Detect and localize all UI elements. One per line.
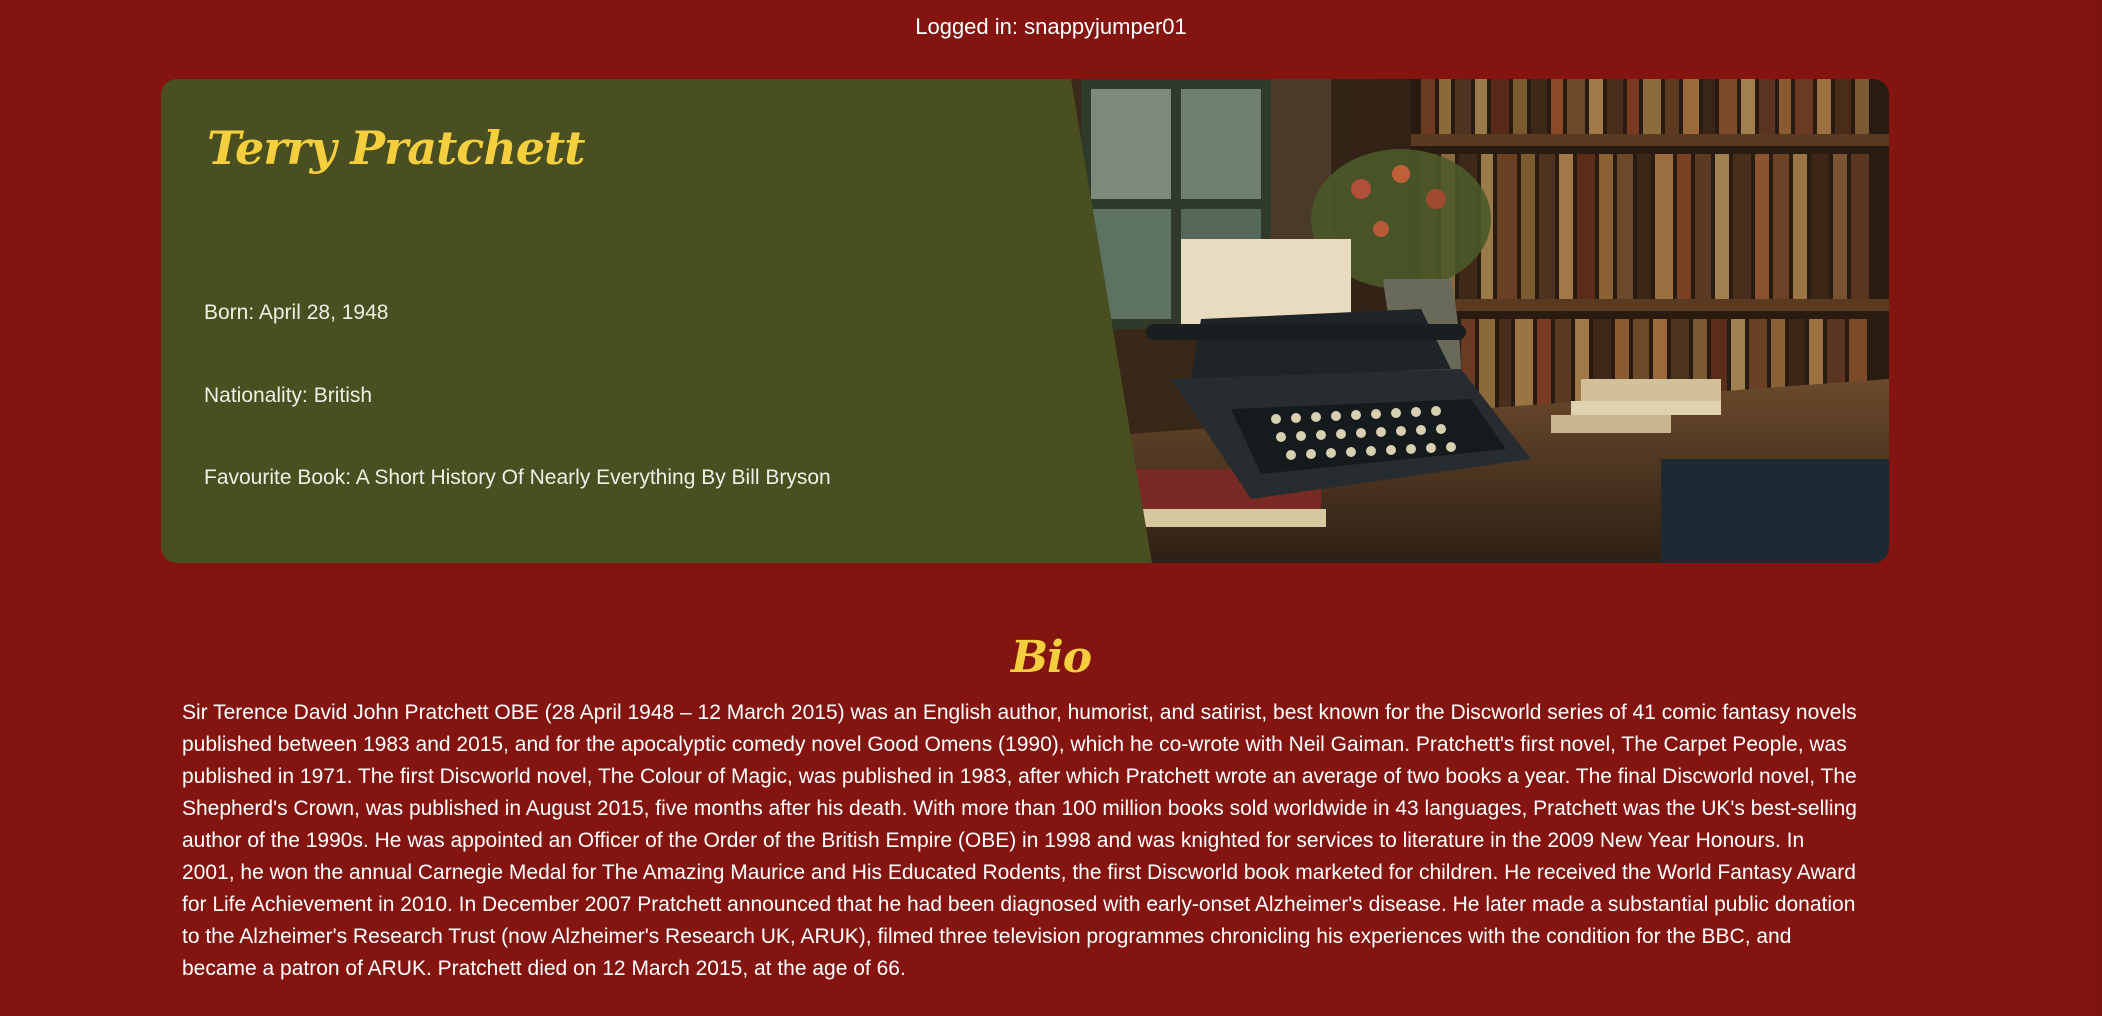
author-name: Terry Pratchett [207,121,586,175]
author-born: Born: April 28, 1948 [204,301,389,324]
author-card: Terry Pratchett Born: April 28, 1948 Nat… [161,79,1889,563]
scrollbar[interactable] [2096,0,2102,1016]
author-info-panel: Terry Pratchett Born: April 28, 1948 Nat… [161,79,1321,563]
bio-text: Sir Terence David John Pratchett OBE (28… [182,701,1857,980]
login-status: Logged in: snappyjumper01 [915,14,1187,39]
bio-heading: Bio [1010,632,1092,683]
author-nationality: Nationality: British [204,384,373,407]
author-favourite-book: Favourite Book: A Short History Of Nearl… [204,466,831,489]
